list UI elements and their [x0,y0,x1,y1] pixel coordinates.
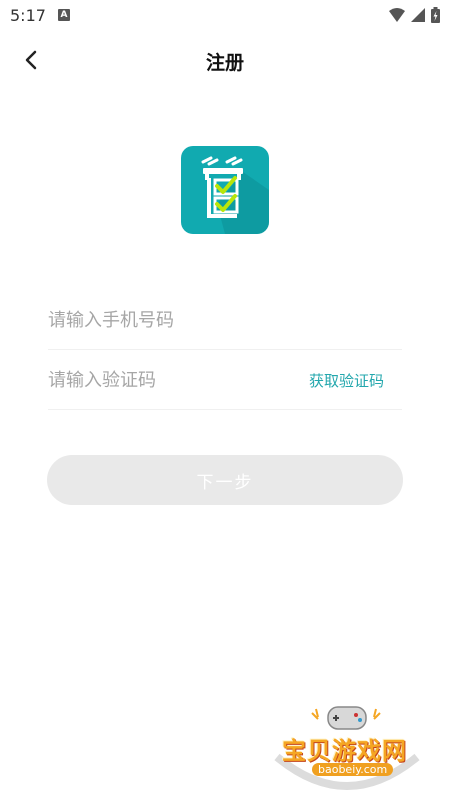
battery-charging-icon [431,7,440,23]
verification-code-input[interactable] [48,352,288,408]
status-icons [389,7,440,23]
wifi-icon [389,8,405,22]
phone-input[interactable] [48,292,288,348]
status-bar: 5:17 A [0,0,450,30]
phone-field [48,292,402,350]
status-time: 5:17 [10,6,46,25]
get-code-button[interactable]: 获取验证码 [309,370,384,391]
header: 注册 [0,40,450,80]
notification-a-icon: A [58,9,70,21]
next-button[interactable]: 下一步 [47,455,403,505]
app-logo [181,146,269,234]
watermark-url: baobeiy.com [312,763,394,776]
checklist-logo-icon [201,156,269,234]
page-title: 注册 [205,52,244,74]
code-field: 获取验证码 [48,352,402,410]
watermark: 宝贝游戏网 baobeiy.com [272,705,422,800]
watermark-title: 宝贝游戏网 [282,737,407,765]
cellular-signal-icon [411,8,425,22]
